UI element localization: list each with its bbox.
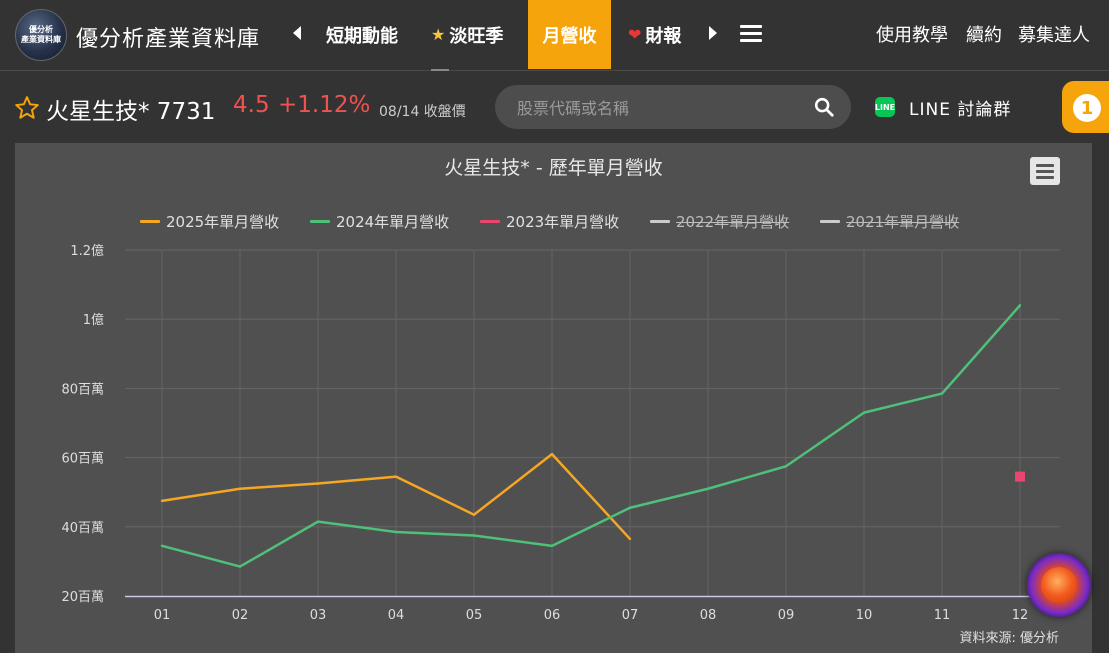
data-point (316, 482, 320, 485)
x-tick-label: 04 (388, 608, 405, 623)
y-tick-label: 60百萬 (61, 452, 104, 467)
data-point (238, 565, 242, 568)
data-point (394, 475, 398, 478)
data-point (472, 534, 476, 537)
search-icon[interactable] (813, 96, 835, 118)
x-tick-label: 03 (310, 608, 327, 623)
tab-monthly-revenue[interactable]: 月營收 (528, 0, 611, 69)
star-icon: ★ (431, 25, 446, 44)
data-point (628, 537, 632, 541)
nav-scroll-left-icon[interactable] (287, 21, 307, 45)
top-navbar: 優分析 產業資料庫 優分析產業資料庫 短期動能 ★ 淡旺季 月營收 ❤ 財報 使… (0, 0, 1109, 71)
search-input[interactable] (515, 95, 809, 121)
data-source-credit: 資料來源: 優分析 (959, 631, 1059, 646)
stock-change: +1.12% (278, 92, 371, 118)
tab-label: 短期動能 (326, 25, 398, 47)
tutorial-link[interactable]: 使用教學 (876, 21, 948, 47)
tab-seasonality[interactable]: ★ 淡旺季 (431, 0, 503, 69)
recruit-link[interactable]: 募集達人 (1018, 21, 1090, 47)
floating-assistant-orb[interactable] (1027, 553, 1091, 617)
stock-search-box (495, 85, 851, 129)
line-group-button[interactable]: LINE LINE 討論群 (875, 93, 1011, 121)
notification-count: 1 (1073, 94, 1101, 122)
tab-financial-report[interactable]: ❤ 財報 (628, 0, 686, 69)
y-tick-label: 40百萬 (61, 521, 104, 536)
favorite-star-icon[interactable] (14, 95, 40, 121)
tab-short-term-momentum[interactable]: 短期動能 (326, 0, 398, 69)
logo-text-line1: 優分析 (29, 25, 53, 34)
menu-icon[interactable] (740, 25, 762, 43)
data-point (628, 506, 632, 509)
nav-scroll-indicator (431, 69, 449, 71)
data-point (472, 513, 476, 516)
stock-name: 火星生技* 7731 (46, 99, 216, 125)
notification-tab[interactable]: 1 (1062, 81, 1109, 133)
logo-text-line2: 產業資料庫 (21, 35, 61, 44)
heart-icon: ❤ (628, 25, 642, 44)
renew-link[interactable]: 續約 (966, 21, 1002, 47)
y-tick-label: 1.2億 (70, 243, 104, 259)
stock-price: 4.5 (233, 92, 270, 118)
x-tick-label: 01 (154, 608, 171, 623)
x-tick-label: 09 (778, 608, 795, 623)
y-tick-label: 20百萬 (61, 590, 104, 605)
data-point (160, 544, 164, 548)
x-tick-label: 12 (1012, 608, 1029, 623)
data-point (238, 487, 242, 490)
tab-label: 淡旺季 (449, 25, 504, 47)
data-point (862, 411, 866, 414)
revenue-plot: 20百萬 40百萬 60百萬 80百萬 1億 1.2億 01 02 03 04 05 06 07 08 09… (61, 243, 1060, 623)
y-tick-label: 1億 (83, 312, 104, 328)
x-tick-label: 06 (544, 608, 561, 623)
y-tick-label: 80百萬 (61, 382, 104, 397)
data-point (550, 544, 554, 548)
data-point (706, 487, 710, 490)
line-icon: LINE (875, 97, 895, 117)
data-point (940, 392, 944, 395)
x-tick-label: 07 (622, 608, 639, 623)
x-tick-label: 05 (466, 608, 483, 623)
close-price-date: 08/14 收盤價 (379, 104, 466, 120)
data-point (1015, 471, 1025, 482)
tab-label: 月營收 (542, 25, 597, 47)
series-line-2024年單月營收 (161, 304, 1021, 568)
x-tick-label: 08 (700, 608, 717, 623)
data-point (784, 465, 788, 468)
tab-label: 財報 (645, 25, 682, 47)
x-tick-label: 10 (856, 608, 873, 623)
nav-scroll-right-icon[interactable] (703, 21, 723, 45)
data-point (316, 520, 320, 523)
line-group-label: LINE 討論群 (909, 99, 1012, 120)
data-point (1018, 304, 1022, 307)
data-point (550, 452, 554, 456)
site-logo[interactable]: 優分析 產業資料庫 (15, 9, 67, 61)
site-title[interactable]: 優分析產業資料庫 (76, 21, 260, 53)
data-point (160, 499, 164, 503)
x-tick-label: 02 (232, 608, 249, 623)
revenue-chart-panel: 火星生技* - 歷年單月營收 2025年單月營收 2024年單月營收 2023年… (15, 143, 1092, 653)
data-point (394, 530, 398, 534)
x-tick-label: 11 (934, 608, 951, 623)
